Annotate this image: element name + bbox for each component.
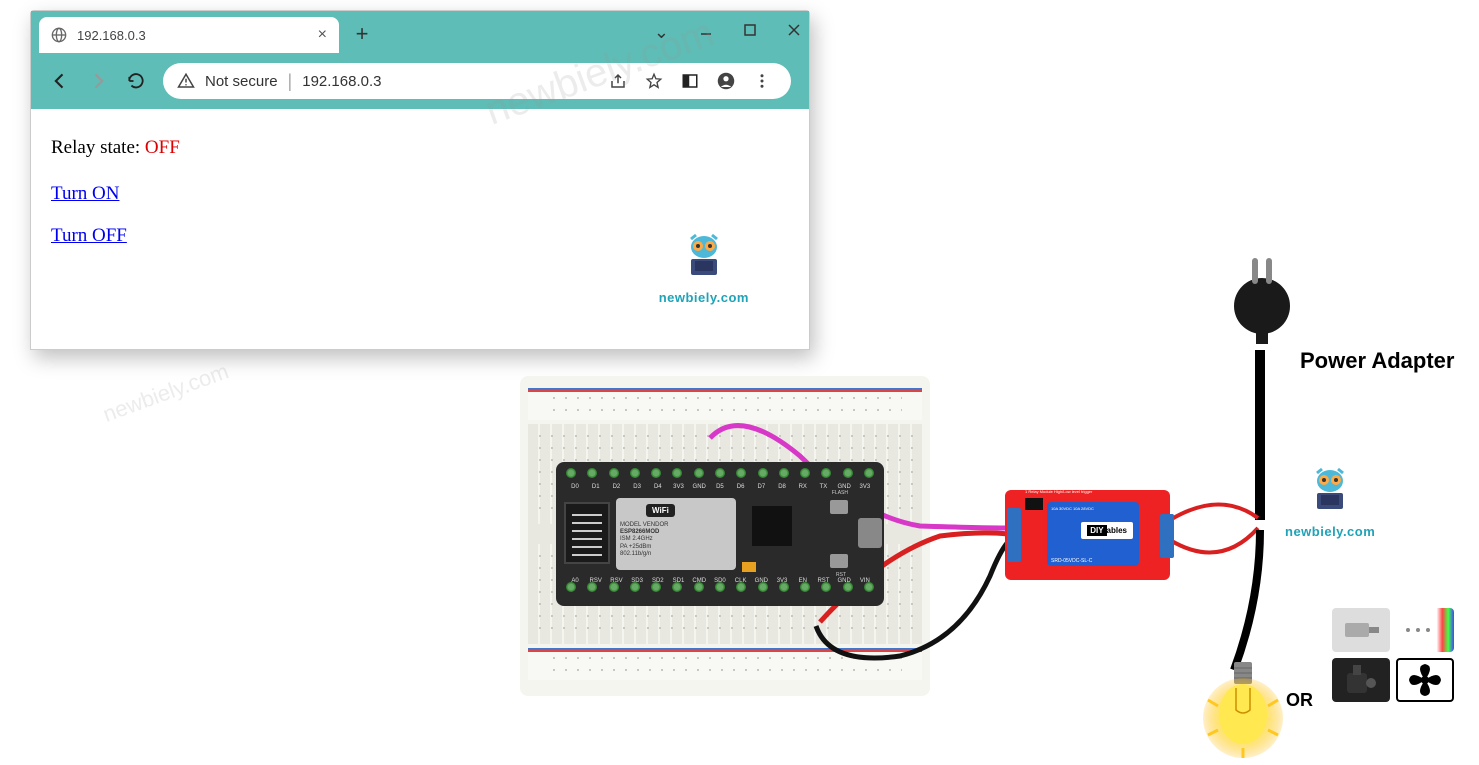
- pin-labels-top: D0D1D2D3D43V3GNDD5D6D7D8RXTXGND3V3: [568, 484, 872, 490]
- menu-icon[interactable]: [753, 72, 771, 90]
- window-controls: ⌄: [654, 11, 801, 53]
- power-adapter-label: Power Adapter: [1300, 348, 1454, 374]
- device-options: [1332, 608, 1462, 702]
- globe-icon: [51, 27, 67, 43]
- micro-usb-port: [858, 518, 882, 548]
- address-row: Not secure | 192.168.0.3: [31, 53, 809, 109]
- chip-spec: PA +25dBm: [620, 544, 732, 551]
- led-strip-icon: [1396, 608, 1454, 652]
- address-bar-icons: [609, 72, 771, 90]
- watermark: newbiely.com: [100, 358, 233, 427]
- power-plug: [1230, 254, 1294, 334]
- esp-chip: WiFi MODEL VENDOR ESP8266MOD ISM 2.4GHz …: [616, 498, 736, 570]
- turn-on-link[interactable]: Turn ON: [51, 183, 789, 205]
- relay-label: Relay state:: [51, 137, 145, 158]
- chip-vendor: MODEL VENDOR: [620, 522, 732, 529]
- forward-button[interactable]: [81, 64, 115, 98]
- relay-input-terminals: [1007, 508, 1021, 562]
- relay-spec: SRD-05VDC-SL-C: [1051, 558, 1092, 564]
- pump-icon: [1332, 658, 1390, 702]
- chip-spec: 802.11b/g/n: [620, 551, 732, 558]
- small-chip: [752, 506, 792, 546]
- pin-row-bottom: [566, 582, 874, 600]
- warning-icon: [177, 72, 195, 90]
- tab-strip: 192.168.0.3 × + ⌄: [31, 11, 809, 53]
- esp8266-board: D0D1D2D3D43V3GNDD5D6D7D8RXTXGND3V3 WiFi …: [556, 462, 884, 606]
- relay-state-value: OFF: [145, 137, 180, 158]
- url-text: 192.168.0.3: [302, 73, 381, 90]
- owl-icon: [679, 231, 729, 281]
- solenoid-icon: [1332, 608, 1390, 652]
- tab-dropdown-icon[interactable]: ⌄: [654, 22, 669, 43]
- fan-icon: [1396, 658, 1454, 702]
- star-icon[interactable]: [645, 72, 663, 90]
- chip-spec: ISM 2.4GHz: [620, 536, 732, 543]
- relay-title: 1 Relay Module High/Low level trigger: [1025, 489, 1092, 494]
- relay-module: SRD-05VDC-SL-C 10A 30VDC 10A 28VDC DIYab…: [1005, 490, 1170, 580]
- relay-output-terminals: [1160, 514, 1174, 558]
- maximize-icon[interactable]: [743, 23, 757, 42]
- reset-button: [830, 554, 848, 568]
- browser-window: 192.168.0.3 × + ⌄ Not secure | 192.168.0…: [30, 10, 810, 350]
- address-bar[interactable]: Not secure | 192.168.0.3: [163, 63, 791, 99]
- diy-brand-label: DIYables: [1081, 522, 1133, 539]
- relay-status-line: Relay state: OFF: [51, 137, 789, 159]
- back-button[interactable]: [43, 64, 77, 98]
- browser-tab[interactable]: 192.168.0.3 ×: [39, 17, 339, 53]
- light-bulb: [1198, 660, 1268, 750]
- panel-icon[interactable]: [681, 72, 699, 90]
- security-label: Not secure: [205, 73, 278, 90]
- minimize-icon[interactable]: [699, 23, 713, 42]
- or-label: OR: [1286, 690, 1313, 711]
- flash-button: [830, 500, 848, 514]
- brand-logo: newbiely.com: [659, 231, 749, 305]
- brand-name: newbiely.com: [1285, 524, 1375, 539]
- profile-icon[interactable]: [717, 72, 735, 90]
- separator: |: [288, 71, 293, 92]
- tab-title: 192.168.0.3: [77, 28, 146, 43]
- relay-block: SRD-05VDC-SL-C 10A 30VDC 10A 28VDC DIYab…: [1047, 502, 1139, 566]
- wifi-label: WiFi: [646, 504, 675, 517]
- brand-name: newbiely.com: [659, 290, 749, 305]
- component: [742, 562, 756, 572]
- owl-icon: [1305, 465, 1355, 515]
- relay-component: [1025, 498, 1043, 510]
- reload-button[interactable]: [119, 64, 153, 98]
- share-icon[interactable]: [609, 72, 627, 90]
- flash-label: FLASH: [832, 490, 848, 496]
- chip-model: ESP8266MOD: [620, 529, 732, 536]
- new-tab-button[interactable]: +: [347, 19, 377, 49]
- brand-logo-2: newbiely.com: [1285, 465, 1375, 539]
- relay-rating: 10A 30VDC 10A 28VDC: [1051, 506, 1094, 511]
- tab-close-icon[interactable]: ×: [318, 26, 327, 44]
- antenna: [564, 502, 610, 564]
- close-window-icon[interactable]: [787, 23, 801, 42]
